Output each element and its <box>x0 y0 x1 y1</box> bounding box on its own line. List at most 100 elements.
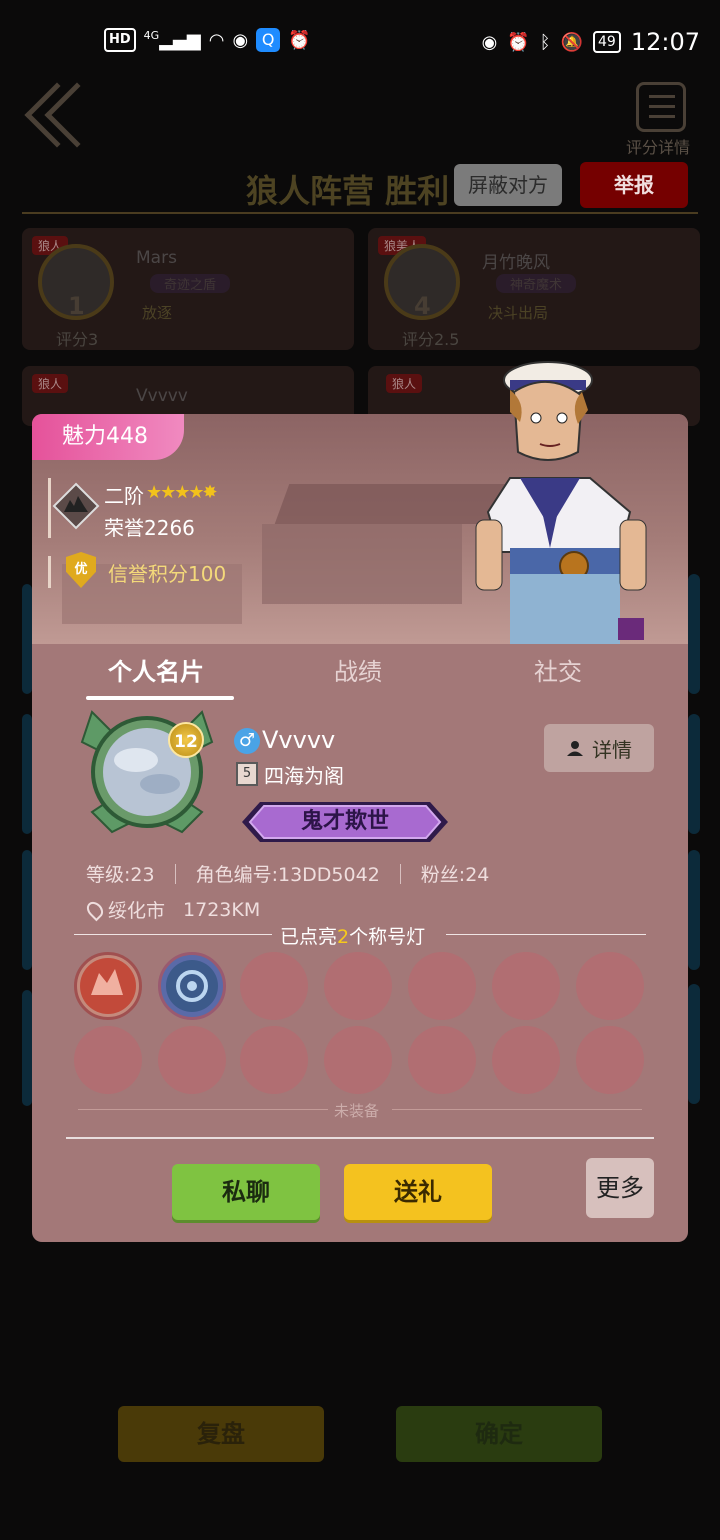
status-icons-right: ◉ ⏰ ᛒ 🔕 49 12:07 <box>482 28 700 56</box>
rank-wolf-icon <box>52 482 100 530</box>
lamps-prefix: 已点亮 <box>280 926 338 948</box>
role-tag: 狼人 <box>386 374 423 393</box>
replay-button[interactable]: 复盘 <box>118 1406 324 1462</box>
unequipped-divider-left <box>78 1109 328 1110</box>
tab-personal-card[interactable]: 个人名片 <box>108 652 204 687</box>
score-detail-label[interactable]: 评分详情 <box>626 134 690 158</box>
title-lamp-slot[interactable] <box>74 1026 142 1094</box>
title-lamp-slot[interactable] <box>158 1026 226 1094</box>
avatar-frame[interactable] <box>72 702 222 840</box>
player-name: Vvvvv <box>136 386 188 406</box>
rank-divider <box>48 478 51 538</box>
title-lamp-slot[interactable] <box>324 1026 392 1094</box>
score-detail-icon[interactable] <box>636 82 686 132</box>
location-city: 绥化市 <box>108 900 166 922</box>
stat-divider <box>174 863 176 884</box>
credit-score: 信誉积分100 <box>108 562 227 586</box>
location-distance: 1723KM <box>183 898 261 921</box>
hd-icon: HD <box>104 28 136 52</box>
side-card <box>22 714 32 834</box>
wechat-icon: ◉ <box>232 29 249 51</box>
side-card <box>688 714 700 834</box>
wifi-icon: ◠ <box>208 29 225 51</box>
title-lamp-slot[interactable] <box>408 952 476 1020</box>
profile-stats: 等级:23 角色编号:13DD5042 粉丝:24 <box>86 860 489 887</box>
status-icons-left: HD 4G▂▄▆ ◠ ◉ Q ⏰ <box>104 28 311 52</box>
faction-result: 狼人阵营 胜利 <box>246 172 450 210</box>
rank-stars: ★★★★✸ <box>146 482 218 503</box>
lamp-divider-right <box>446 934 646 935</box>
credit-divider <box>48 556 51 588</box>
mute-notification-icon: 🔕 <box>560 31 583 53</box>
level-badge: 12 <box>168 722 204 758</box>
tab-records[interactable]: 战绩 <box>334 652 382 687</box>
mute-opponent-button[interactable]: 屏蔽对方 <box>454 164 562 206</box>
side-card <box>688 984 700 1104</box>
status-bar: HD 4G▂▄▆ ◠ ◉ Q ⏰ ◉ ⏰ ᛒ 🔕 49 12:07 <box>0 0 720 84</box>
title-lamp-slot-seer[interactable] <box>158 952 226 1020</box>
seer-lamp-icon <box>166 960 218 1012</box>
unequipped-divider-right <box>392 1109 642 1110</box>
alarm-clock-icon: ⏰ <box>507 31 530 53</box>
player-rating: 评分3 <box>56 330 99 349</box>
stat-fans: 粉丝:24 <box>420 864 490 886</box>
player-name: 月竹晚风 <box>482 253 550 273</box>
title-lamp-slot-wolf[interactable] <box>74 952 142 1020</box>
title-text: 鬼才欺世 <box>300 809 389 834</box>
side-card <box>22 850 32 970</box>
actions-divider <box>66 1137 654 1139</box>
title-lamp-slot[interactable] <box>240 1026 308 1094</box>
unequipped-label: 未装备 <box>334 1102 380 1120</box>
header-divider <box>22 212 698 214</box>
detail-button[interactable]: 详情 <box>544 724 654 772</box>
title-lamps-heading: 已点亮2个称号灯 <box>280 922 425 949</box>
title-lamp-slot[interactable] <box>492 952 560 1020</box>
rank-name: 二阶 <box>104 484 144 508</box>
detail-button-label: 详情 <box>592 737 632 762</box>
title-lamp-slot[interactable] <box>240 952 308 1020</box>
lamp-divider-left <box>74 934 272 935</box>
title-lamp-slot[interactable] <box>324 952 392 1020</box>
battery-icon: 49 <box>593 31 621 53</box>
wolf-lamp-icon <box>80 958 136 1014</box>
side-card <box>688 850 700 970</box>
seat-number: 1 <box>68 292 85 320</box>
stat-role-id: 角色编号:13DD5042 <box>195 864 380 886</box>
role-tag: 狼人 <box>32 374 69 393</box>
active-tab-indicator <box>86 696 234 700</box>
search-app-icon: Q <box>256 28 281 52</box>
signal-icon: 4G▂▄▆ <box>143 29 201 51</box>
player-card-2[interactable]: 狼美人 4 月竹晚风 神奇魔术 决斗出局 评分2.5 <box>368 228 700 350</box>
clan-rank-icon: 5 <box>236 762 258 786</box>
title-lamp-slot[interactable] <box>576 952 644 1020</box>
stat-level: 等级:23 <box>86 864 155 886</box>
private-chat-button[interactable]: 私聊 <box>172 1164 320 1220</box>
banner-house <box>262 524 462 604</box>
location-row: 绥化市 1723KM <box>83 896 261 923</box>
character-sailor-illustration <box>475 361 647 644</box>
side-card <box>688 574 700 694</box>
player-card-1[interactable]: 狼人 1 Mars 奇迹之盾 放逐 评分3 <box>22 228 354 350</box>
send-gift-button[interactable]: 送礼 <box>344 1164 492 1220</box>
title-lamp-slot[interactable] <box>408 1026 476 1094</box>
alarm-icon: ⏰ <box>288 29 311 51</box>
person-icon <box>567 741 583 756</box>
lamps-suffix: 个称号灯 <box>349 926 426 948</box>
more-button[interactable]: 更多 <box>586 1158 654 1218</box>
title-badge: 鬼才欺世 <box>242 800 448 844</box>
confirm-button[interactable]: 确定 <box>396 1406 602 1462</box>
clan-name[interactable]: 四海为阁 <box>264 760 344 789</box>
location-pin-icon <box>83 898 107 921</box>
network-type: 4G <box>143 29 160 42</box>
title-lamp-slot[interactable] <box>576 1026 644 1094</box>
player-name: Mars <box>136 248 177 268</box>
tab-social[interactable]: 社交 <box>534 652 582 687</box>
eye-icon: ◉ <box>481 31 498 53</box>
player-status: 决斗出局 <box>488 304 549 322</box>
report-button[interactable]: 举报 <box>580 162 688 208</box>
player-status: 放逐 <box>142 304 173 322</box>
side-card <box>22 584 32 694</box>
charm-badge: 魅力448 <box>32 414 184 460</box>
title-lamp-slot[interactable] <box>492 1026 560 1094</box>
male-gender-icon: ♂ <box>234 728 260 754</box>
